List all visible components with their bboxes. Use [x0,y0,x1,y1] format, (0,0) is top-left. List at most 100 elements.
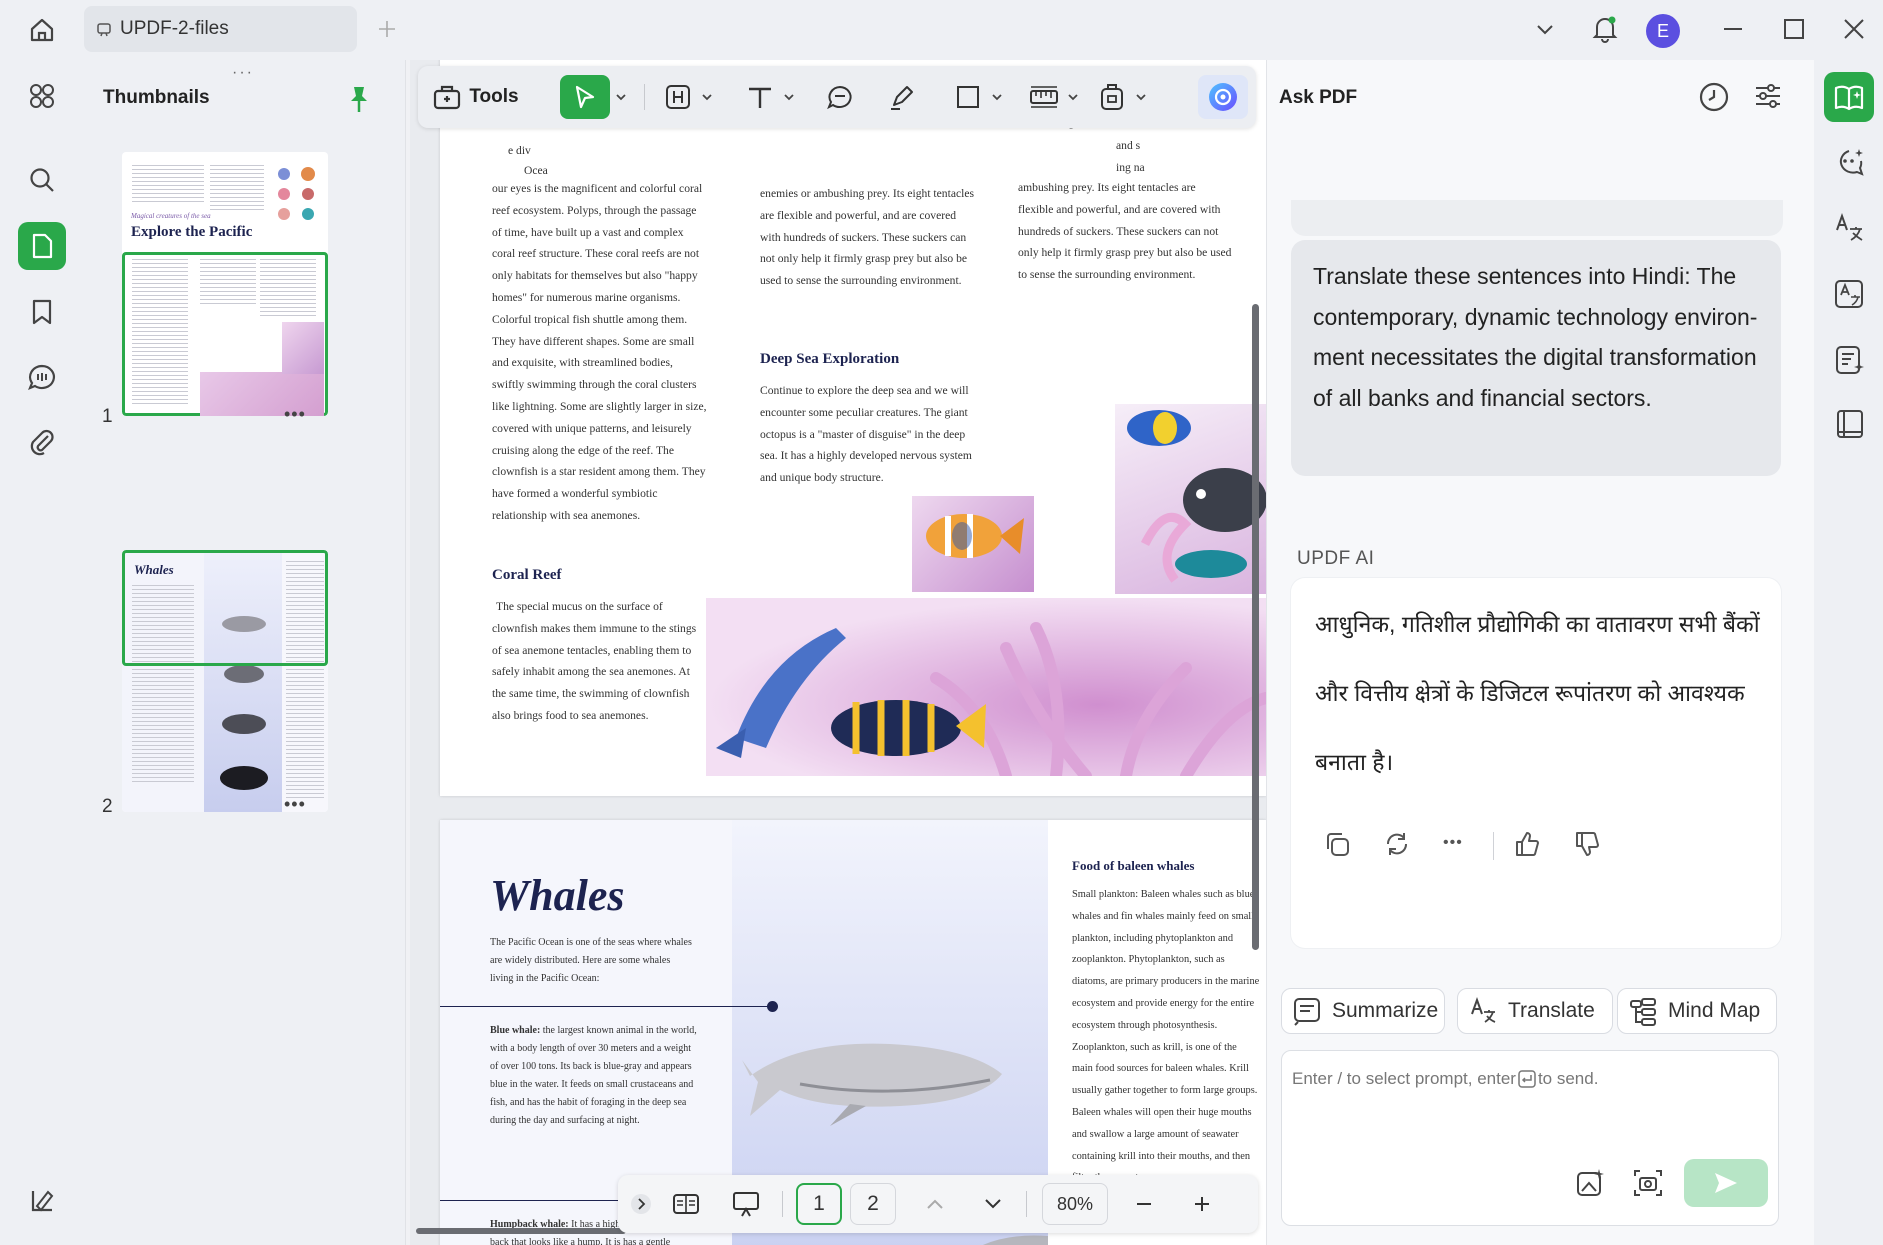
ocr-translate-icon[interactable] [1828,272,1872,316]
thumb-text-block [210,162,264,212]
thumbnails-icon[interactable] [18,222,66,270]
avatar[interactable]: E [1646,14,1680,48]
thumb-text-block [260,256,316,316]
right-rail [1814,60,1883,1245]
page2-title: Whales [490,871,625,920]
chevron-down-icon[interactable] [1530,14,1560,44]
send-button[interactable] [1684,1159,1768,1207]
copy-icon[interactable] [1323,830,1353,860]
ai-response-line: और वित्तीय क्षेत्रों के डिजिटल रूपांतरण … [1315,680,1745,706]
expand-arrow-icon[interactable] [628,1183,654,1225]
comments-icon[interactable] [18,353,66,401]
tools-button[interactable]: Tools [422,75,530,119]
ai-response-label: UPDF AI [1297,548,1375,569]
thumbnails-panel: ··· Thumbnails Magical creatures of the … [82,60,406,1245]
maximize-icon[interactable] [1779,14,1809,44]
new-tab-icon[interactable] [372,14,402,44]
vertical-scrollbar[interactable] [1252,304,1259,950]
layers-icon[interactable] [18,1176,66,1224]
history-clock-icon[interactable] [1697,80,1733,116]
ai-response-bubble: आधुनिक, गतिशील प्रौद्योगिकी का वातावरण स… [1291,578,1781,948]
paragraph-deep-sea: Continue to explore the deep sea and we … [760,384,972,485]
panel-resize-handle[interactable]: ··· [232,64,254,82]
ai-response-line: आधुनिक, गतिशील प्रौद्योगिकी का वातावरण स… [1315,611,1760,637]
chevron-down-icon[interactable] [990,75,1004,119]
previous-page-icon[interactable] [920,1183,950,1225]
screenshot-icon[interactable] [1632,1167,1666,1201]
mind-map-button[interactable]: Mind Map [1617,988,1777,1034]
rectangle-tool-icon[interactable] [948,75,988,119]
toolbar-divider [644,84,645,110]
page-layout-icon[interactable] [666,1183,706,1225]
next-page-icon[interactable] [978,1183,1008,1225]
thumbs-down-icon[interactable] [1573,830,1603,860]
select-tool-button[interactable] [560,75,610,119]
blue-whale-label: Blue whale: [490,1025,541,1036]
clownfish-image [912,496,1034,592]
paragraph-coral-reef: The special mucus on the surface of clow… [492,600,697,722]
thumbnail-more-icon[interactable]: ••• [284,794,306,815]
prompt-placeholder: Enter / to select prompt, enter to send. [1292,1069,1598,1089]
reader-book-icon[interactable] [1828,402,1872,446]
chevron-down-icon[interactable] [782,75,796,119]
thumbnail-more-icon[interactable]: ••• [284,404,306,425]
comment-tool-icon[interactable] [820,75,860,119]
chevron-down-icon[interactable] [700,75,714,119]
zoom-in-icon[interactable] [1184,1183,1220,1225]
summarize-icon [1292,996,1322,1026]
search-icon[interactable] [18,156,66,204]
regenerate-icon[interactable] [1383,830,1413,860]
more-icon[interactable]: ••• [1443,834,1463,852]
stamp-tool-icon[interactable] [1092,75,1132,119]
zoom-level[interactable]: 80% [1042,1183,1108,1225]
ai-assistant-icon[interactable] [1198,75,1248,119]
chevron-down-icon[interactable] [1134,75,1148,119]
prompt-input[interactable]: Enter / to select prompt, enter to send. [1281,1050,1779,1226]
close-icon[interactable] [1839,14,1869,44]
image-ai-icon[interactable] [1574,1167,1608,1201]
chevron-down-icon[interactable] [1066,75,1080,119]
heading-food-baleen: Food of baleen whales [1072,858,1195,873]
home-icon[interactable] [22,12,62,48]
apps-grid-icon[interactable] [18,72,66,120]
chevron-down-icon[interactable] [614,75,628,119]
document-viewer[interactable]: e div Ocea our eyes is the magnificent a… [410,60,1266,1245]
document-tab[interactable]: UPDF-2-files [84,6,357,52]
thumbs-up-icon[interactable] [1513,830,1543,860]
ai-summary-icon[interactable] [1828,338,1872,382]
mind-map-icon [1628,996,1658,1026]
current-page-input[interactable]: 1 [796,1183,842,1225]
settings-sliders-icon[interactable] [1753,82,1787,114]
summarize-button[interactable]: Summarize [1281,988,1445,1034]
notification-bell-icon[interactable] [1588,12,1622,46]
paragraph-blue-whale: Blue whale: the largest known animal in … [490,1022,700,1130]
document-icon [96,21,112,37]
thumb-text-block [132,256,188,406]
translate-ai-icon[interactable] [1828,206,1872,250]
zoom-out-icon[interactable] [1126,1183,1162,1225]
tools-label: Tools [469,86,519,107]
previous-message-bubble [1291,200,1783,236]
bookmark-icon[interactable] [18,288,66,336]
ask-pdf-book-icon[interactable] [1824,72,1874,122]
ask-pdf-panel: Ask PDF Translate these sentences into H… [1266,60,1814,1245]
user-message-text: Translate these sentences into Hindi: Th… [1313,263,1758,411]
pin-icon[interactable] [346,84,374,114]
minimize-icon[interactable] [1718,14,1748,44]
cut-text: e div [508,144,531,157]
ai-panel-title: Ask PDF [1279,87,1358,108]
paragraph-tentacles: ambushing prey. Its eight tentacles are … [1018,181,1232,282]
thumbnail-page-2[interactable]: Whales [122,550,328,812]
text-tool-icon[interactable] [740,75,780,119]
heading-tool-icon[interactable] [658,75,698,119]
horizontal-scrollbar[interactable] [416,1228,626,1234]
thumbnail-page-1[interactable]: Magical creatures of the sea Explore the… [122,152,328,416]
thumb-text-block [200,256,256,306]
attachment-icon[interactable] [18,418,66,466]
measure-tool-icon[interactable] [1024,75,1064,119]
presentation-icon[interactable] [726,1183,766,1225]
translate-button[interactable]: Translate [1457,988,1613,1034]
highlighter-tool-icon[interactable] [882,75,922,119]
timeline-line [440,1006,772,1007]
ai-chat-icon[interactable] [1828,140,1872,184]
